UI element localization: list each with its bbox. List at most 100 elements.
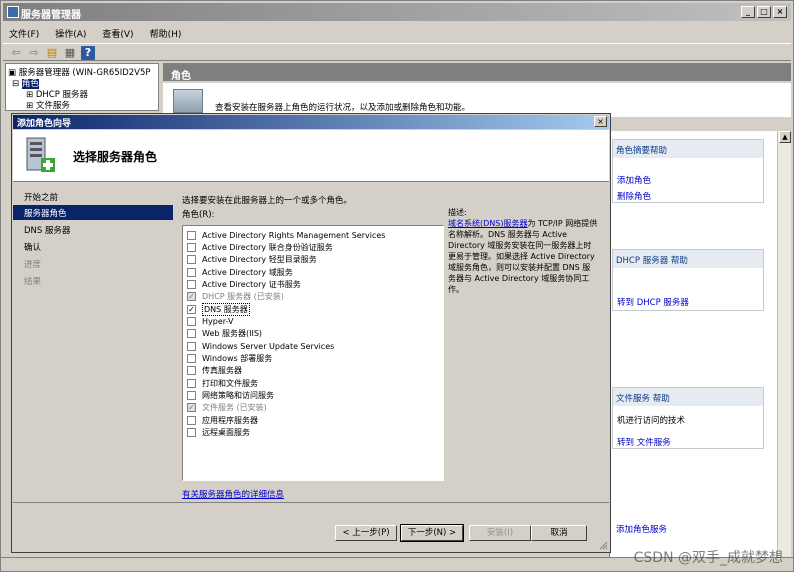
menubar: 文件(F) 操作(A) 查看(V) 帮助(H)	[3, 23, 181, 41]
description-text: 为 TCP/IP 网络提供名称解析。DNS 服务器与 Active Direct…	[448, 219, 598, 294]
dialog-title: 添加角色向导	[17, 119, 72, 129]
role-web-server[interactable]: Web 服务器(IIS)	[187, 327, 262, 339]
file-services-text: 机进行访问的技术	[617, 416, 686, 426]
roles-summary-help[interactable]: 角色摘要帮助	[613, 140, 763, 158]
roles-description-panel: 查看安装在服务器上角色的运行状况，以及添加或删除角色和功能。	[163, 83, 791, 117]
menu-action[interactable]: 操作(A)	[55, 23, 86, 41]
description-label: 描述:	[448, 208, 467, 217]
role-ad-fs[interactable]: Active Directory 联合身份验证服务	[187, 241, 333, 253]
role-print[interactable]: 打印和文件服务	[187, 377, 258, 389]
role-checkbox[interactable]	[187, 415, 196, 425]
roles-instruction: 选择要安装在此服务器上的一个或多个角色。	[182, 196, 353, 206]
window-titlebar[interactable]: 服务器管理器 _ □ ×	[3, 3, 791, 21]
menu-view[interactable]: 查看(V)	[102, 23, 133, 41]
back-button[interactable]: < 上一步(P)	[335, 525, 397, 541]
step-progress: 进度	[24, 260, 42, 270]
role-ad-cs[interactable]: Active Directory 证书服务	[187, 278, 301, 290]
role-checkbox[interactable]	[187, 230, 196, 240]
right-pane: 角色摘要帮助 添加角色 删除角色 DHCP 服务器 帮助 转到 DHCP 服务器…	[609, 131, 791, 569]
more-info-link[interactable]: 有关服务器角色的详细信息	[182, 488, 284, 500]
dialog-header: 选择服务器角色	[13, 130, 609, 182]
role-description: 描述: 域名系统(DNS)服务器为 TCP/IP 网络提供名称解析。DNS 服务…	[448, 207, 598, 295]
show-hide-tree-icon[interactable]: ▦	[63, 46, 77, 60]
role-checkbox-checked: ✓	[187, 291, 196, 301]
watermark: CSDN @双手_成就梦想	[633, 550, 783, 566]
cancel-button[interactable]: 取消	[531, 525, 587, 541]
role-checkbox[interactable]	[187, 378, 196, 388]
role-hyper-v[interactable]: Hyper-V	[187, 315, 233, 327]
goto-dhcp-link[interactable]: 转到 DHCP 服务器	[617, 296, 689, 308]
console-tree: ▣ 服务器管理器 (WIN-GR65ID2V5P ⊟ 角色 ⊞ DHCP 服务器…	[5, 63, 159, 111]
role-file-services-installed: ✓ 文件服务 (已安装)	[187, 402, 267, 412]
role-checkbox[interactable]	[187, 365, 196, 375]
role-app-server[interactable]: 应用程序服务器	[187, 414, 258, 426]
server-manager-icon	[7, 6, 19, 18]
remove-roles-link[interactable]: 删除角色	[617, 190, 651, 202]
server-roles-icon	[173, 89, 203, 113]
dialog-titlebar[interactable]: 添加角色向导	[13, 115, 609, 129]
dialog-close-button[interactable]: ×	[594, 116, 607, 127]
role-checkbox[interactable]	[187, 328, 196, 338]
role-checkbox[interactable]	[187, 242, 196, 252]
goto-file-services-link[interactable]: 转到 文件服务	[617, 436, 671, 448]
role-checkbox[interactable]	[187, 427, 196, 437]
server-manager-window: 服务器管理器 _ □ × 文件(F) 操作(A) 查看(V) 帮助(H) ⇦ ⇨…	[0, 0, 794, 572]
roles-description: 查看安装在服务器上角色的运行状况，以及添加或删除角色和功能。	[215, 103, 471, 113]
file-services-box: 文件服务 帮助 机进行访问的技术 转到 文件服务	[612, 387, 764, 449]
dialog-heading: 选择服务器角色	[73, 150, 158, 164]
role-checkbox[interactable]	[187, 316, 196, 326]
role-checkbox[interactable]	[187, 279, 196, 289]
role-wds[interactable]: Windows 部署服务	[187, 352, 272, 364]
menu-file[interactable]: 文件(F)	[9, 23, 39, 41]
close-button[interactable]: ×	[773, 6, 787, 18]
role-wsus[interactable]: Windows Server Update Services	[187, 340, 334, 352]
scroll-up-icon[interactable]: ▲	[779, 131, 791, 143]
role-checkbox[interactable]	[187, 341, 196, 351]
dns-server-link[interactable]: 域名系统(DNS)服务器	[448, 219, 527, 228]
role-checkbox[interactable]	[187, 267, 196, 277]
minimize-button[interactable]: _	[741, 6, 755, 18]
dhcp-help[interactable]: DHCP 服务器 帮助	[613, 250, 763, 268]
role-checkbox[interactable]	[187, 353, 196, 363]
role-remote-desktop[interactable]: 远程桌面服务	[187, 426, 250, 438]
role-ad-rms[interactable]: Active Directory Rights Management Servi…	[187, 229, 385, 241]
tree-file-services[interactable]: ⊞ 文件服务	[26, 99, 70, 111]
role-dhcp-installed: ✓ DHCP 服务器 (已安装)	[187, 291, 284, 301]
role-checkbox-checked: ✓	[187, 402, 196, 412]
add-roles-link[interactable]: 添加角色	[617, 174, 651, 186]
window-title: 服务器管理器	[21, 10, 81, 21]
add-role-services-link[interactable]: 添加角色服务	[616, 523, 667, 535]
roles-header: 角色	[163, 63, 791, 82]
add-roles-wizard-dialog: 添加角色向导 × 选择服务器角色 开始之前 服务器角色 DNS 服务器 确认 进…	[11, 113, 611, 553]
restore-button[interactable]: □	[757, 6, 771, 18]
server-roles-wizard-icon	[26, 137, 55, 172]
next-button[interactable]: 下一步(N) >	[400, 524, 464, 542]
roles-checklist: Active Directory Rights Management Servi…	[182, 225, 444, 481]
step-before-you-begin[interactable]: 开始之前	[13, 189, 173, 204]
up-folder-icon[interactable]: ▤	[45, 46, 59, 60]
role-ad-ds[interactable]: Active Directory 域服务	[187, 266, 293, 278]
role-npas[interactable]: 网络策略和访问服务	[187, 389, 274, 401]
roles-label: 角色(R):	[182, 210, 215, 220]
wizard-steps: 开始之前 服务器角色 DNS 服务器 确认 进度 结果	[13, 183, 173, 483]
back-arrow-icon[interactable]: ⇦	[9, 46, 23, 60]
role-ad-lds[interactable]: Active Directory 轻型目录服务	[187, 253, 317, 265]
install-button: 安装(I)	[469, 525, 531, 541]
forward-arrow-icon[interactable]: ⇨	[27, 46, 41, 60]
file-services-help[interactable]: 文件服务 帮助	[613, 388, 763, 406]
role-dns-server[interactable]: ✓ DNS 服务器	[187, 302, 250, 316]
right-pane-scrollbar[interactable]: ▲ ▼	[777, 131, 791, 569]
role-fax[interactable]: 传真服务器	[187, 364, 242, 376]
dialog-button-row: < 上一步(P) 下一步(N) > 安装(I) 取消	[13, 502, 609, 552]
role-checkbox[interactable]	[187, 390, 196, 400]
dhcp-box: DHCP 服务器 帮助 转到 DHCP 服务器	[612, 249, 764, 311]
step-server-roles[interactable]: 服务器角色	[13, 205, 173, 220]
step-confirmation[interactable]: 确认	[13, 239, 173, 254]
role-checkbox-checked[interactable]: ✓	[187, 304, 196, 314]
menu-help[interactable]: 帮助(H)	[150, 23, 182, 41]
role-checkbox[interactable]	[187, 254, 196, 264]
step-dns-server[interactable]: DNS 服务器	[13, 222, 173, 237]
step-results: 结果	[24, 277, 42, 287]
help-icon[interactable]: ?	[81, 46, 95, 60]
resize-grip-icon[interactable]	[598, 540, 608, 550]
